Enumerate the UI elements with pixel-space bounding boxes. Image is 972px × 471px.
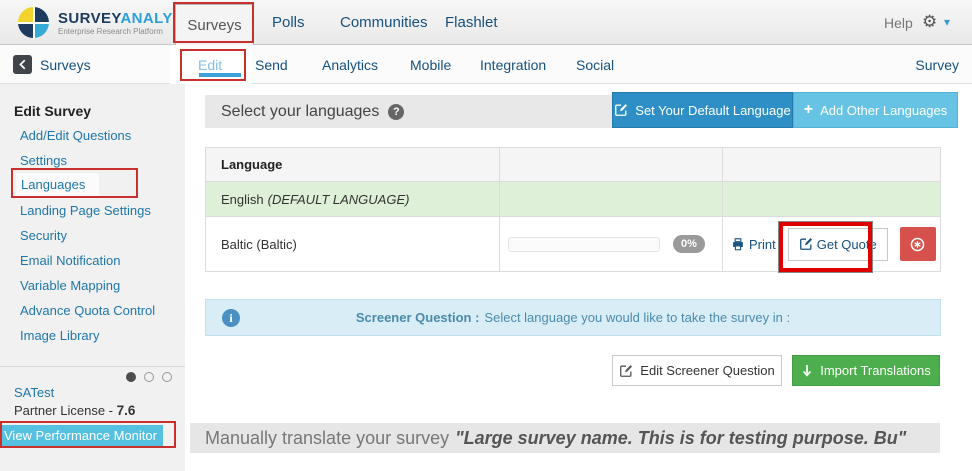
back-button[interactable] <box>13 55 32 74</box>
screener-info-bar: i Screener Question : Select language yo… <box>205 299 941 336</box>
pagination-dot[interactable] <box>162 372 172 382</box>
plus-icon: + <box>803 101 814 118</box>
languages-table: Language English (DEFAULT LANGUAGE) Balti… <box>205 147 941 272</box>
sidebar-item-advance-quota-control[interactable]: Advance Quota Control <box>20 303 155 318</box>
sidebar-item-settings[interactable]: Settings <box>20 153 67 168</box>
progress-badge: 0% <box>673 235 705 253</box>
manual-translate-text: Manually translate your survey <box>205 427 450 448</box>
import-translations-button[interactable]: Import Translations <box>792 355 940 386</box>
info-icon: i <box>222 309 240 327</box>
import-arrow-icon <box>803 364 812 377</box>
language-name: Baltic (Baltic) <box>206 217 500 271</box>
survey-name-quote: "Large survey name. This is for testing … <box>455 427 907 448</box>
pagination-dot-active[interactable] <box>126 372 136 382</box>
breadcrumb-surveys[interactable]: Surveys <box>40 57 91 73</box>
brand-logo-icon <box>18 7 49 38</box>
get-quote-link[interactable]: Get Quote <box>787 227 888 261</box>
tab-integration[interactable]: Integration <box>480 57 546 73</box>
sidebar-divider <box>0 366 185 367</box>
edit-screener-question-button[interactable]: Edit Screener Question <box>612 355 782 386</box>
gear-icon[interactable]: ⚙ <box>922 12 937 32</box>
tab-edit-underline <box>199 73 241 77</box>
caret-down-icon[interactable]: ▾ <box>944 15 950 29</box>
survey-context-label: Survey <box>915 57 959 73</box>
sidebar-item-security[interactable]: Security <box>20 228 67 243</box>
sidebar-item-add-edit-questions[interactable]: Add/Edit Questions <box>20 128 131 143</box>
set-default-language-button[interactable]: Set Your Default Language <box>612 92 793 128</box>
sidebar-item-languages[interactable]: Languages <box>16 173 100 196</box>
app-window: SURVEYANALYTICS Enterprise Research Plat… <box>0 0 972 471</box>
view-performance-monitor-link[interactable]: View Performance Monitor <box>0 425 163 446</box>
sidebar-item-landing-page-settings[interactable]: Landing Page Settings <box>20 203 151 218</box>
screener-text: Select language you would like to take t… <box>484 310 791 325</box>
topnav-link-flashlet[interactable]: Flashlet <box>445 0 498 45</box>
sidebar-item-variable-mapping[interactable]: Variable Mapping <box>20 278 120 293</box>
pagination-dot[interactable] <box>144 372 154 382</box>
tab-analytics[interactable]: Analytics <box>322 57 378 73</box>
sidebar-item-email-notification[interactable]: Email Notification <box>20 253 120 268</box>
help-link[interactable]: Help <box>884 0 913 45</box>
screener-label: Screener Question : <box>355 310 480 325</box>
top-bar: SURVEYANALYTICS Enterprise Research Plat… <box>0 0 972 45</box>
help-question-icon[interactable]: ? <box>388 103 405 120</box>
account-name-link[interactable]: SATest <box>14 385 54 400</box>
circled-asterisk-icon <box>910 237 925 251</box>
language-name: English <box>221 191 264 207</box>
default-language-tag: (DEFAULT LANGUAGE) <box>267 191 410 207</box>
topnav-link-communities[interactable]: Communities <box>340 0 428 45</box>
translation-progress-bar <box>508 236 660 252</box>
topnav-tab-surveys[interactable]: Surveys <box>175 4 254 45</box>
tab-edit[interactable]: Edit <box>198 57 222 73</box>
edit-icon <box>615 104 628 116</box>
edit-icon <box>620 364 633 377</box>
page-title: Select your languages <box>221 102 380 120</box>
chevron-left-icon <box>19 59 26 70</box>
sidebar-item-image-library[interactable]: Image Library <box>20 328 99 343</box>
table-row-default-language: English (DEFAULT LANGUAGE) <box>206 182 940 217</box>
pagination-dots <box>126 372 172 382</box>
license-version: 7.6 <box>116 403 136 418</box>
add-other-languages-button[interactable]: + Add Other Languages <box>793 92 958 128</box>
delete-language-button[interactable] <box>899 227 936 261</box>
tab-send[interactable]: Send <box>255 57 288 73</box>
tab-social[interactable]: Social <box>576 57 614 73</box>
print-link[interactable]: Print <box>731 237 776 252</box>
license-info: Partner License - 7.6 <box>14 403 136 418</box>
printer-icon <box>733 237 743 250</box>
column-header-language: Language <box>206 148 500 181</box>
manual-translate-band: Manually translate your survey "Large su… <box>190 423 940 453</box>
sidebar: Edit Survey Add/Edit Questions Settings … <box>0 84 185 471</box>
tab-mobile[interactable]: Mobile <box>410 57 451 73</box>
topnav-link-polls[interactable]: Polls <box>272 0 305 45</box>
table-row-baltic: Baltic (Baltic) 0% Print Get Quote <box>206 217 940 271</box>
edit-icon <box>799 238 812 250</box>
sidebar-title: Edit Survey <box>14 103 92 119</box>
table-header-row: Language <box>206 148 940 182</box>
